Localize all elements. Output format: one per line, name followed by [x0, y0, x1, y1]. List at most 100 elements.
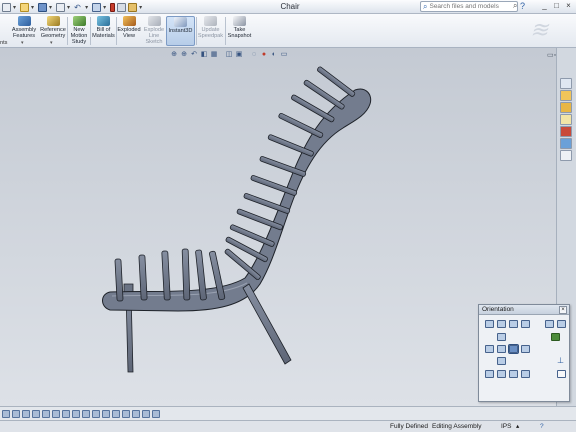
toolbar-button-icon[interactable]	[132, 409, 140, 418]
options-icon[interactable]	[128, 2, 138, 12]
front-view-icon[interactable]	[497, 345, 506, 353]
graphics-area[interactable]	[0, 48, 556, 406]
back-slats[interactable]	[224, 66, 356, 281]
view-palette-tab-icon[interactable]	[560, 126, 572, 137]
front-leg[interactable]	[242, 283, 292, 365]
view-orientation-icon[interactable]: ◫	[225, 51, 233, 59]
previous-view-icon[interactable]: ↶	[190, 51, 198, 59]
display-style-icon[interactable]: ▣	[235, 51, 243, 59]
viewport-layout-icon[interactable]	[557, 370, 566, 378]
open-dropdown-icon[interactable]: ▾	[31, 4, 34, 11]
assembly-features-button[interactable]: Assembly Features	[10, 16, 38, 46]
reference-geometry-dropdown-icon[interactable]: ▾	[50, 40, 53, 46]
toolbar-button-icon[interactable]	[82, 409, 90, 418]
explode-line-sketch-icon	[147, 16, 161, 26]
help-icon[interactable]: ?	[520, 1, 525, 11]
zoom-to-fit-icon[interactable]: ⊕	[170, 51, 178, 59]
view-selector-icon[interactable]	[545, 320, 554, 328]
rebuild-icon[interactable]	[110, 2, 116, 12]
toolbar-button-icon[interactable]	[92, 409, 100, 418]
select-dropdown-icon[interactable]: ▾	[103, 4, 106, 11]
save-dropdown-icon[interactable]: ▾	[49, 4, 52, 11]
single-view-icon[interactable]	[521, 370, 530, 378]
search-input[interactable]	[429, 3, 500, 10]
search-go-icon[interactable]: ⌕	[513, 1, 517, 11]
bill-of-materials-button[interactable]: Bill of Materials	[91, 16, 116, 46]
units-dropdown-icon[interactable]: ▴	[516, 421, 519, 432]
trimetric-view-icon[interactable]	[497, 370, 506, 378]
edit-appearance-icon[interactable]: ●	[260, 51, 268, 59]
assembly-features-dropdown-icon[interactable]: ▾	[21, 40, 24, 46]
take-snapshot-button[interactable]: Take Snapshot	[226, 16, 253, 46]
print-icon[interactable]	[56, 2, 66, 12]
exploded-view-button[interactable]: Exploded View	[117, 16, 141, 46]
file-explorer-tab-icon[interactable]	[560, 102, 572, 113]
toolbar-button-icon[interactable]	[62, 409, 70, 418]
status-help-icon[interactable]: ?	[540, 421, 544, 432]
hide-show-items-icon[interactable]: ◌	[250, 51, 258, 59]
toolbar-button-icon[interactable]	[112, 409, 120, 418]
toolbar-button-icon[interactable]	[102, 409, 110, 418]
appearances-tab-icon[interactable]	[560, 138, 572, 149]
design-library-tab-icon[interactable]	[560, 90, 572, 101]
toolbar-button-icon[interactable]	[32, 409, 40, 418]
toolbar-button-icon[interactable]	[152, 409, 160, 418]
close-icon[interactable]: ×	[564, 1, 573, 12]
toolbar-button-icon[interactable]	[52, 409, 60, 418]
minimize-icon[interactable]: _	[540, 1, 549, 12]
toolbar-button-icon[interactable]	[72, 409, 80, 418]
toolbar-button-icon[interactable]	[22, 409, 30, 418]
back-view-icon[interactable]	[521, 345, 530, 353]
orientation-close-icon[interactable]: ×	[559, 306, 567, 314]
status-units[interactable]: IPS	[501, 421, 511, 432]
solidworks-resources-tab-icon[interactable]	[560, 78, 572, 89]
zoom-to-area-icon[interactable]: ⊕	[180, 51, 188, 59]
select-icon[interactable]	[92, 2, 102, 12]
view-settings-icon[interactable]: ▭	[280, 51, 288, 59]
reset-standard-views-icon[interactable]	[521, 320, 530, 328]
orientation-globe-icon[interactable]	[551, 333, 560, 341]
section-view-icon[interactable]: ◧	[200, 51, 208, 59]
update-speedpak-button[interactable]: Update Speedpak	[197, 16, 224, 46]
toolbar-button-icon[interactable]	[12, 409, 20, 418]
dynamic-annotation-icon[interactable]: ▦	[210, 51, 218, 59]
custom-properties-tab-icon[interactable]	[560, 150, 572, 161]
seat-slat[interactable]	[181, 248, 191, 301]
apply-scene-icon[interactable]: ◐	[270, 51, 278, 59]
options-dropdown-icon[interactable]: ▾	[139, 4, 142, 11]
status-editing: Editing Assembly	[432, 423, 482, 430]
instant3d-button[interactable]: Instant3D	[166, 16, 195, 46]
isometric-view-icon[interactable]	[485, 370, 494, 378]
left-view-icon[interactable]	[485, 345, 494, 353]
viewport-restore-icon[interactable]: ▭▫	[547, 51, 556, 59]
new-document-icon[interactable]	[2, 2, 11, 12]
normal-to-icon[interactable]: ⊥	[557, 357, 566, 365]
new-dropdown-icon[interactable]: ▾	[13, 4, 16, 11]
explode-line-sketch-button[interactable]: Explode Line Sketch	[142, 16, 166, 46]
toolbar-button-icon[interactable]	[42, 409, 50, 418]
reference-geometry-button[interactable]: Reference Geometry	[38, 16, 68, 46]
new-motion-study-button[interactable]: New Motion Study	[69, 16, 89, 46]
right-view-icon[interactable]	[508, 344, 519, 354]
open-folder-icon[interactable]	[20, 2, 30, 12]
dimetric-view-icon[interactable]	[509, 370, 518, 378]
model-view[interactable]	[0, 48, 556, 406]
undo-icon[interactable]: ↶	[74, 3, 83, 12]
bottom-view-icon[interactable]	[497, 357, 506, 365]
undo-dropdown-icon[interactable]: ▾	[85, 4, 88, 11]
new-view-icon[interactable]	[497, 320, 506, 328]
print-dropdown-icon[interactable]: ▾	[67, 4, 70, 11]
save-view-icon[interactable]	[557, 320, 566, 328]
search-tab-icon[interactable]	[560, 114, 572, 125]
update-standard-views-icon[interactable]	[509, 320, 518, 328]
toolbar-button-icon[interactable]	[142, 409, 150, 418]
search-field[interactable]: ⌕	[420, 1, 518, 12]
toolbar-button-icon[interactable]	[2, 409, 10, 418]
save-icon[interactable]	[38, 2, 48, 12]
back-slat[interactable]	[278, 112, 324, 139]
top-view-icon[interactable]	[497, 333, 506, 341]
restore-icon[interactable]: □	[552, 1, 561, 12]
file-properties-icon[interactable]	[117, 2, 127, 12]
pin-view-icon[interactable]	[485, 320, 494, 328]
toolbar-button-icon[interactable]	[122, 409, 130, 418]
